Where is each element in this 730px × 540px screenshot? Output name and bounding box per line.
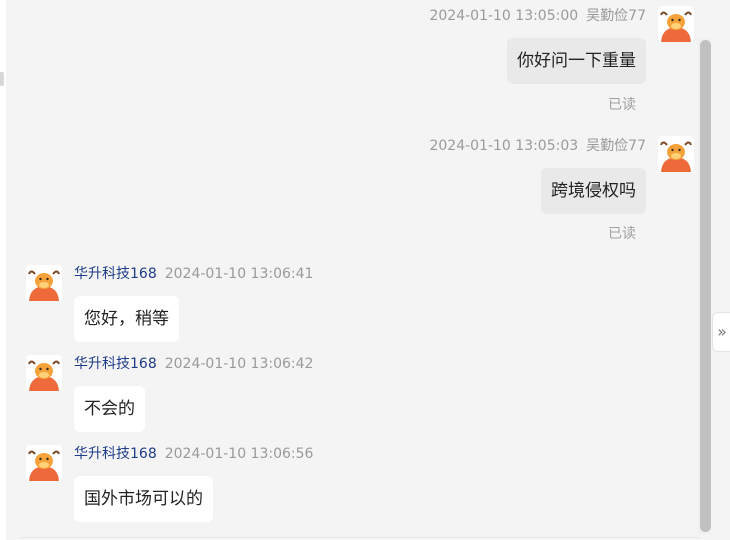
message-bubble[interactable]: 国外市场可以的 bbox=[74, 476, 213, 522]
cow-mascot-icon bbox=[660, 11, 692, 42]
avatar[interactable] bbox=[658, 136, 694, 172]
message-meta: 华升科技168 2024-01-10 13:06:41 bbox=[74, 265, 313, 283]
chat-history: 2024-01-10 13:05:00 吴勤俭77 你好问一下重量 已读 2024… bbox=[6, 0, 710, 540]
expand-panel-button[interactable]: » bbox=[712, 312, 730, 352]
panel-resize-handle[interactable] bbox=[0, 72, 4, 86]
message-time: 2024-01-10 13:06:41 bbox=[164, 266, 314, 282]
message-bubble[interactable]: 不会的 bbox=[74, 386, 145, 432]
avatar[interactable] bbox=[26, 445, 62, 481]
message-meta: 2024-01-10 13:05:03 吴勤俭77 bbox=[429, 137, 646, 155]
avatar[interactable] bbox=[658, 6, 694, 42]
double-chevron-right-icon: » bbox=[717, 322, 727, 341]
divider bbox=[20, 537, 700, 538]
message-bubble[interactable]: 您好，稍等 bbox=[74, 296, 179, 342]
message-meta: 华升科技168 2024-01-10 13:06:56 bbox=[74, 445, 313, 463]
message-incoming: 华升科技168 2024-01-10 13:06:41 您好，稍等 bbox=[6, 260, 710, 348]
sender-name: 华升科技168 bbox=[74, 356, 157, 372]
message-incoming: 华升科技168 2024-01-10 13:06:56 国外市场可以的 bbox=[6, 440, 710, 528]
read-status: 已读 bbox=[608, 97, 636, 113]
message-time: 2024-01-10 13:05:00 bbox=[429, 8, 579, 24]
avatar[interactable] bbox=[26, 265, 62, 301]
sender-name: 吴勤俭77 bbox=[586, 138, 646, 154]
message-meta: 华升科技168 2024-01-10 13:06:42 bbox=[74, 355, 313, 373]
sender-name: 华升科技168 bbox=[74, 446, 157, 462]
message-time: 2024-01-10 13:05:03 bbox=[429, 138, 579, 154]
sender-name: 吴勤俭77 bbox=[586, 8, 646, 24]
cow-mascot-icon bbox=[28, 270, 60, 301]
message-time: 2024-01-10 13:06:42 bbox=[164, 356, 314, 372]
message-time: 2024-01-10 13:06:56 bbox=[164, 446, 314, 462]
message-outgoing: 2024-01-10 13:05:03 吴勤俭77 跨境侵权吗 已读 bbox=[6, 130, 710, 250]
cow-mascot-icon bbox=[28, 360, 60, 391]
message-incoming: 华升科技168 2024-01-10 13:06:42 不会的 bbox=[6, 350, 710, 438]
sender-name: 华升科技168 bbox=[74, 266, 157, 282]
message-bubble[interactable]: 跨境侵权吗 bbox=[541, 168, 646, 214]
message-outgoing: 2024-01-10 13:05:00 吴勤俭77 你好问一下重量 已读 bbox=[6, 0, 710, 120]
read-status: 已读 bbox=[608, 226, 636, 242]
message-bubble[interactable]: 你好问一下重量 bbox=[507, 38, 646, 84]
message-meta: 2024-01-10 13:05:00 吴勤俭77 bbox=[429, 7, 646, 25]
cow-mascot-icon bbox=[28, 450, 60, 481]
cow-mascot-icon bbox=[660, 141, 692, 172]
avatar[interactable] bbox=[26, 355, 62, 391]
scrollbar-thumb[interactable] bbox=[700, 40, 711, 532]
